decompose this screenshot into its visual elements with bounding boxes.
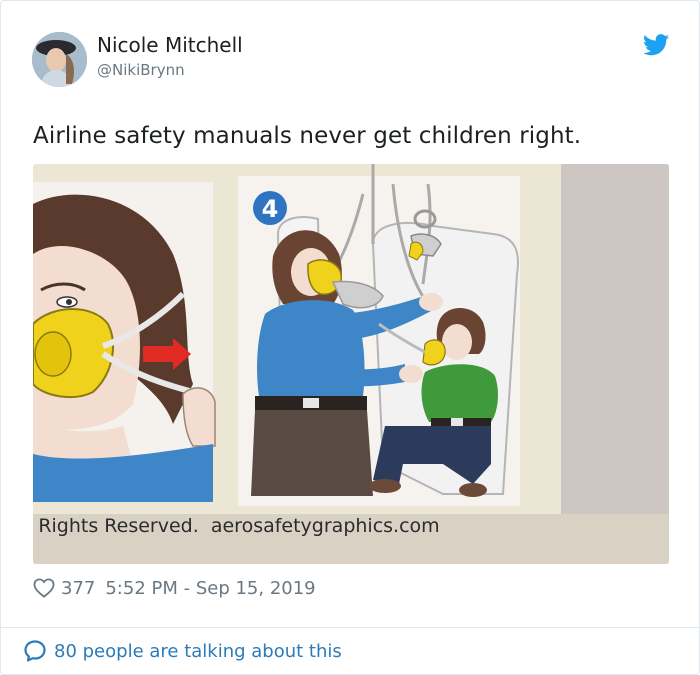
left-panel-illustration bbox=[33, 182, 216, 502]
conversation-label[interactable]: 80 people are talking about this bbox=[54, 641, 342, 662]
manual-footer-text: l Rights Reserved. aerosafetygraphics.co… bbox=[33, 515, 440, 537]
tweet-media-image[interactable]: 4 l Rights Reserved. aerosafetygraphics.… bbox=[33, 164, 669, 564]
author-name[interactable]: Nicole Mitchell bbox=[97, 33, 243, 57]
speech-bubble-icon bbox=[24, 640, 46, 662]
step-number: 4 bbox=[262, 195, 279, 223]
like-count[interactable]: 377 bbox=[61, 578, 95, 599]
tweet-card: Nicole Mitchell @NikiBrynn Airline safet… bbox=[0, 0, 700, 675]
author-handle[interactable]: @NikiBrynn bbox=[97, 61, 185, 79]
tweet-text: Airline safety manuals never get childre… bbox=[33, 123, 582, 149]
tweet-meta: 377 5:52 PM - Sep 15, 2019 bbox=[33, 576, 316, 600]
heart-icon[interactable] bbox=[33, 578, 55, 598]
avatar[interactable] bbox=[32, 32, 87, 87]
tweet-timestamp[interactable]: 5:52 PM - Sep 15, 2019 bbox=[105, 578, 315, 599]
right-panel-illustration: 4 bbox=[238, 164, 520, 506]
twitter-bird-icon[interactable] bbox=[643, 34, 669, 56]
conversation-link[interactable]: 80 people are talking about this bbox=[23, 638, 342, 664]
divider bbox=[1, 627, 700, 628]
